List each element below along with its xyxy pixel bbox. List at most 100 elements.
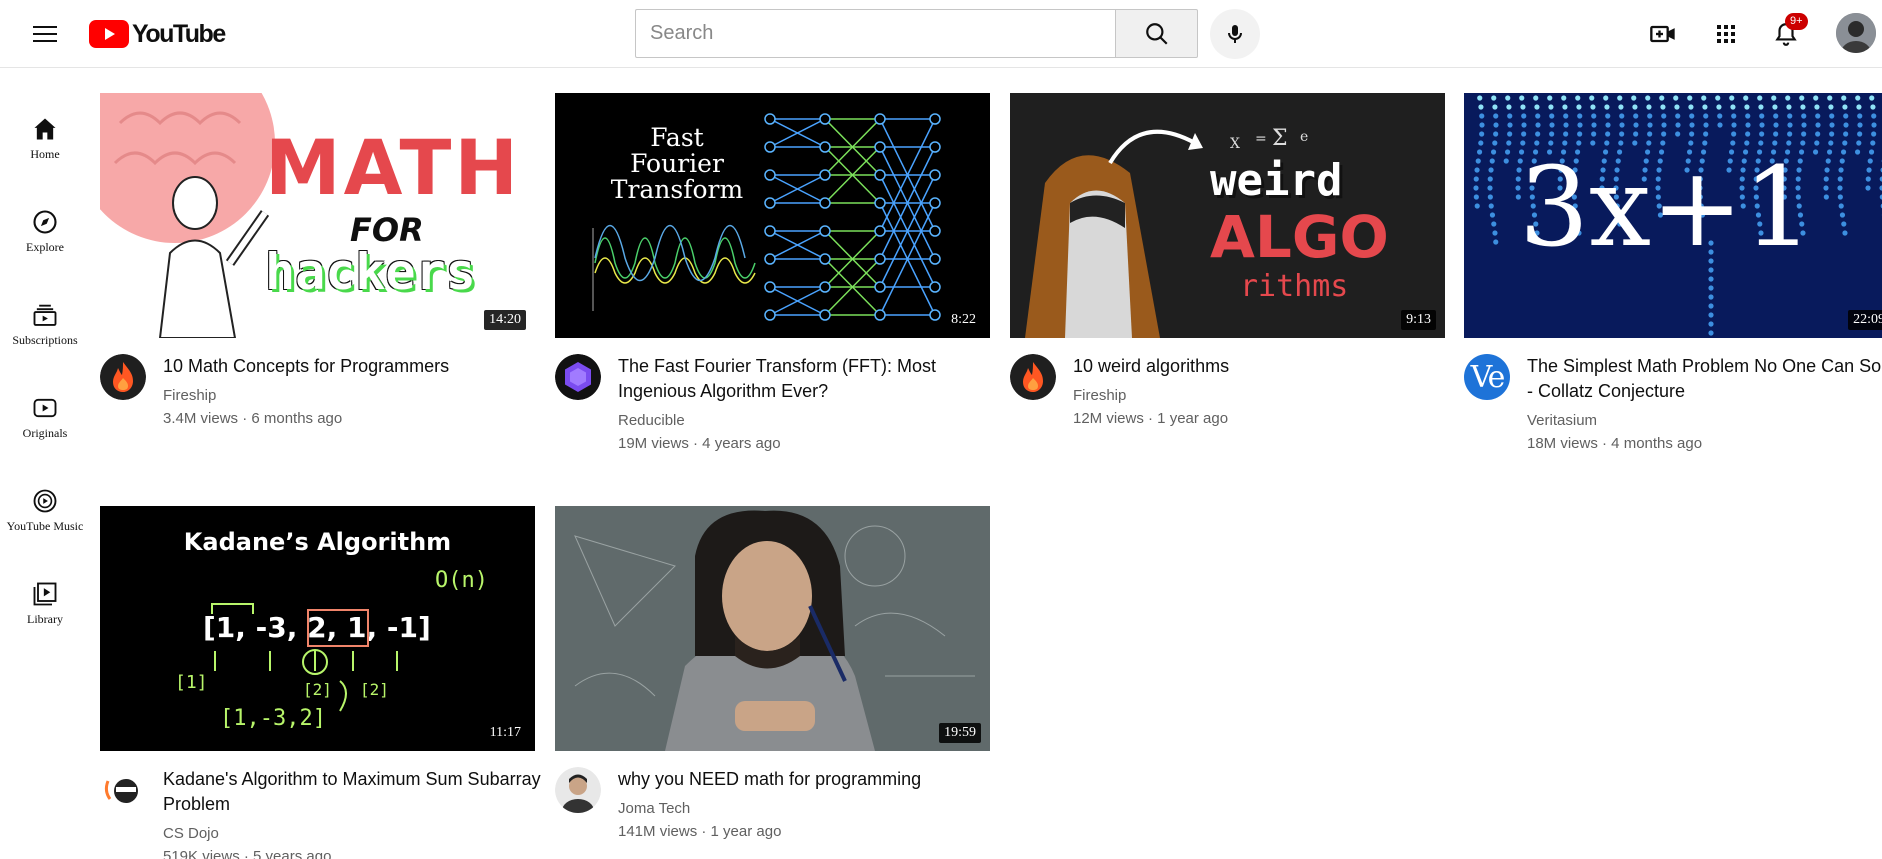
thumbnail-text: [1,-3,2] [220, 706, 326, 731]
thumbnail-text: [2] [303, 680, 332, 699]
sidebar-item-explore[interactable]: Explore [0, 178, 90, 256]
video-card[interactable]: Fast Fourier Transform 8:22 The Fast Fou… [555, 93, 990, 464]
create-video-button[interactable] [1642, 13, 1684, 55]
video-stats: 141M views · 1 year ago [618, 823, 782, 840]
home-icon [34, 118, 56, 140]
video-duration: 14:20 [484, 310, 526, 330]
video-title[interactable]: Kadane's Algorithm to Maximum Sum Subarr… [163, 767, 543, 817]
sidebar-item-label: Explore [26, 240, 64, 254]
video-stats: 3.4M views · 6 months ago [163, 410, 343, 427]
channel-name[interactable]: Veritasium [1527, 412, 1597, 429]
notifications-button[interactable]: 9+ [1765, 13, 1808, 55]
thumbnail-text: ALGO [1210, 203, 1389, 271]
fire-icon [1010, 354, 1056, 400]
channel-avatar[interactable] [555, 767, 601, 813]
video-thumbnail[interactable]: Fast Fourier Transform 8:22 [555, 93, 990, 338]
channel-name[interactable]: Reducible [618, 412, 685, 429]
svg-text:X: X [1230, 136, 1240, 152]
video-thumbnail[interactable]: 19:59 [555, 506, 990, 751]
apps-grid-icon [1717, 25, 1735, 43]
thumbnail-title: Fast Fourier Transform [610, 123, 744, 204]
microphone-icon [1228, 25, 1242, 43]
video-thumbnail[interactable]: X = Σ e weird ALGO rithms 9:13 [1010, 93, 1445, 338]
thumbnail-text: rithms [1240, 269, 1349, 304]
video-duration: 8:22 [946, 310, 981, 330]
youtube-play-icon [89, 20, 129, 48]
thumbnail-text: [1] [175, 672, 208, 693]
veritasium-logo: Ve [1470, 359, 1506, 395]
sidebar-item-label: Subscriptions [12, 333, 78, 347]
sidebar-item-label: Home [30, 147, 60, 161]
thumbnail-text: 3x+1 [1519, 143, 1814, 271]
channel-avatar[interactable] [100, 354, 146, 400]
video-duration: 9:13 [1401, 310, 1436, 330]
apps-button[interactable] [1705, 13, 1747, 55]
sidebar-item-label: YouTube Music [6, 519, 84, 533]
video-stats: 19M views · 4 years ago [618, 435, 781, 452]
video-duration: 11:17 [484, 723, 526, 743]
hexagon-logo-icon [555, 354, 601, 400]
video-stats: 519K views · 5 years ago [163, 848, 332, 859]
svg-text:=: = [1255, 131, 1267, 147]
channel-name[interactable]: Fireship [1073, 387, 1126, 404]
svg-text:e: e [1300, 129, 1308, 145]
video-duration: 22:09 [1848, 310, 1882, 330]
voice-search-button[interactable] [1210, 9, 1260, 59]
video-card[interactable]: 3x+1 22:09 Ve The Simplest Math Problem … [1464, 93, 1882, 464]
fire-icon [100, 354, 146, 400]
video-thumbnail[interactable]: MATH FOR hackers 14:20 [100, 93, 535, 338]
originals-icon [33, 398, 57, 418]
channel-name[interactable]: Joma Tech [618, 800, 690, 817]
search-icon [1145, 22, 1168, 45]
video-title[interactable]: 10 weird algorithms [1073, 354, 1453, 379]
search-input[interactable] [635, 9, 1117, 58]
compass-icon [33, 210, 57, 234]
video-card[interactable]: 19:59 why you NEED math for programming … [555, 506, 990, 859]
thumbnail-text: MATH [265, 123, 521, 212]
sidebar-item-youtube-music[interactable]: YouTube Music [0, 457, 90, 535]
video-title[interactable]: The Simplest Math Problem No One Can Sol… [1527, 354, 1882, 404]
sidebar-item-label: Library [27, 612, 63, 626]
sidebar-item-subscriptions[interactable]: Subscriptions [0, 271, 90, 349]
sidebar-item-label: Originals [22, 426, 68, 440]
thumbnail-text: [2] [360, 680, 389, 699]
library-icon [33, 582, 57, 606]
channel-name[interactable]: CS Dojo [163, 825, 219, 842]
video-title[interactable]: 10 Math Concepts for Programmers [163, 354, 543, 379]
sidebar-item-library[interactable]: Library [0, 550, 90, 628]
thumbnail-image [555, 506, 990, 751]
youtube-logo[interactable]: YouTube [89, 18, 226, 50]
video-card[interactable]: X = Σ e weird ALGO rithms 9:13 10 weird … [1010, 93, 1445, 464]
video-stats: 12M views · 1 year ago [1073, 410, 1229, 427]
channel-avatar[interactable] [100, 767, 146, 813]
user-photo [1836, 13, 1876, 53]
thumbnail-text: weird [1210, 155, 1343, 206]
masthead: YouTube 9+ [0, 0, 1882, 68]
svg-text:Σ: Σ [1272, 126, 1288, 151]
sidebar-item-originals[interactable]: Originals [0, 364, 90, 442]
video-title[interactable]: The Fast Fourier Transform (FFT): Most I… [618, 354, 998, 404]
hamburger-icon [33, 26, 57, 28]
account-avatar[interactable] [1836, 13, 1876, 53]
video-duration: 19:59 [939, 723, 981, 743]
channel-name[interactable]: Fireship [163, 387, 216, 404]
video-stats: 18M views · 4 months ago [1527, 435, 1703, 452]
search-button[interactable] [1115, 9, 1198, 58]
joma-avatar [555, 767, 601, 813]
channel-avatar[interactable] [1010, 354, 1056, 400]
subscriptions-icon [33, 304, 57, 326]
video-title[interactable]: why you NEED math for programming [618, 767, 998, 792]
mini-guide: Home Explore Subscriptions Originals You… [0, 68, 90, 859]
channel-avatar[interactable] [555, 354, 601, 400]
logo-text: YouTube [132, 19, 226, 48]
video-thumbnail[interactable]: 3x+1 22:09 [1464, 93, 1882, 338]
video-card[interactable]: MATH FOR hackers 14:20 10 Math Concepts … [100, 93, 535, 464]
sidebar-item-home[interactable]: Home [0, 85, 90, 163]
cs-dojo-logo-icon [104, 779, 138, 803]
music-icon [33, 489, 57, 513]
thumbnail-text: hackers [265, 243, 476, 301]
channel-avatar[interactable]: Ve [1464, 354, 1510, 400]
video-thumbnail[interactable]: Kadane’s Algorithm O(n) [1, -3, 2, 1, -1… [100, 506, 535, 751]
video-card[interactable]: Kadane’s Algorithm O(n) [1, -3, 2, 1, -1… [100, 506, 541, 859]
guide-menu-button[interactable] [25, 14, 65, 54]
